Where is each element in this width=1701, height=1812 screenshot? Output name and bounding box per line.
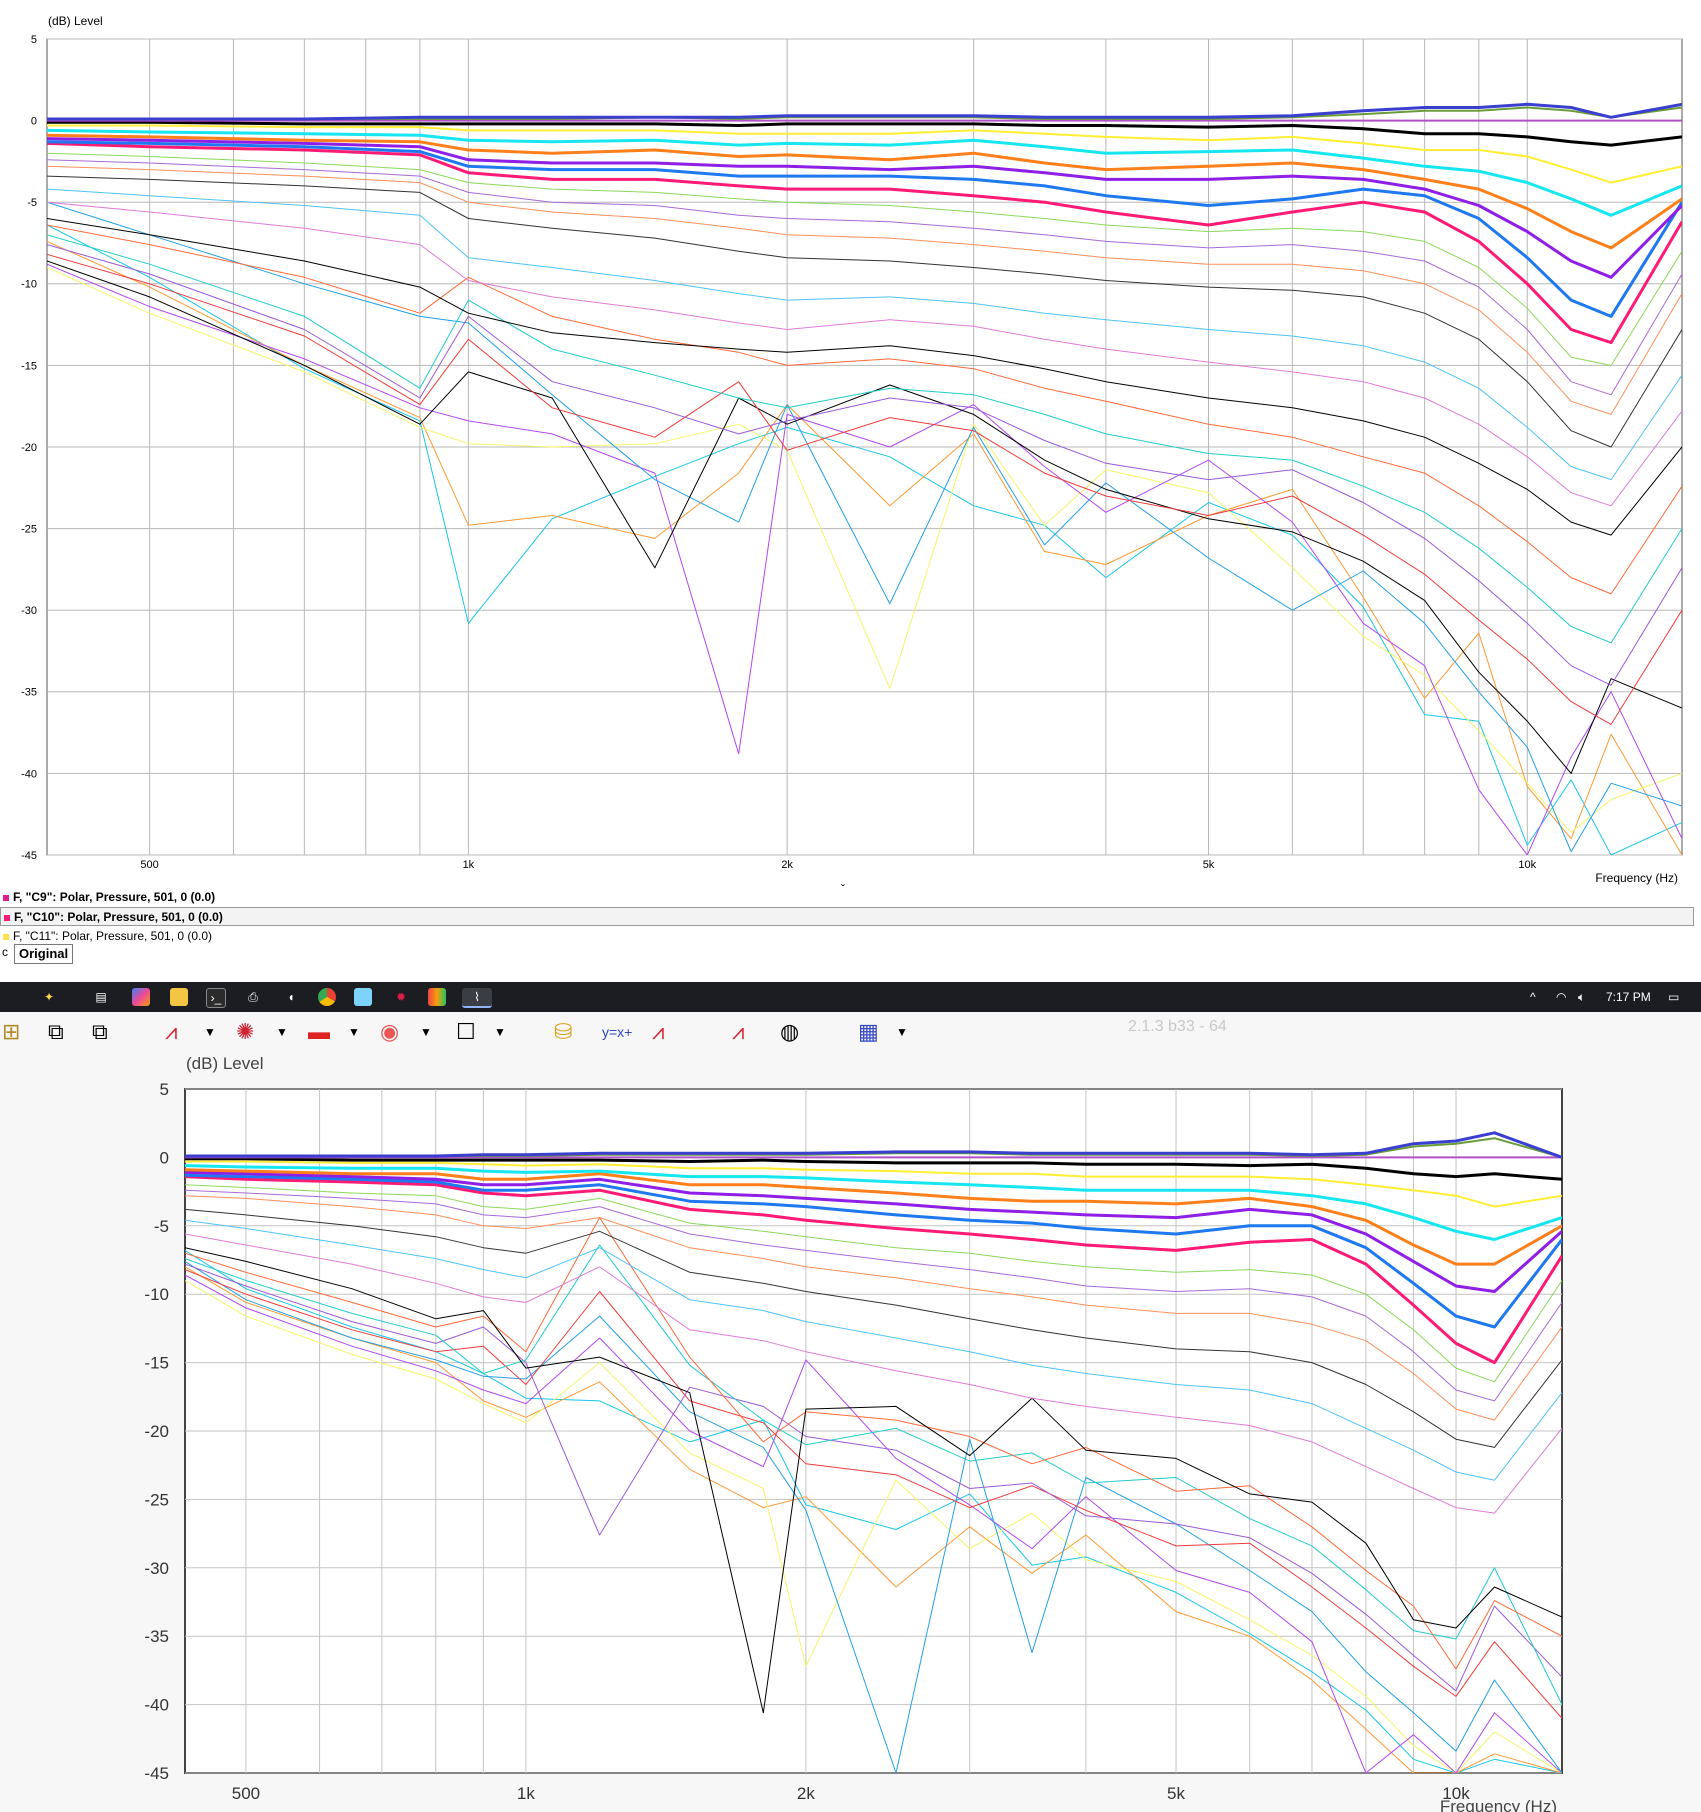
volume-icon[interactable]: 🔈︎	[1578, 982, 1585, 1012]
task-view-icon[interactable]: ▤	[92, 988, 110, 1006]
y-tick-label: -25	[21, 523, 37, 535]
y-tick-label: -30	[144, 1559, 169, 1578]
x-tick-label: 1k	[463, 859, 475, 871]
terminal-icon[interactable]: ›_	[206, 988, 226, 1008]
x-tick-label: 2k	[797, 1784, 815, 1803]
curve-label: F, "C9": Polar, Pressure, 501, 0 (0.0)	[13, 890, 216, 904]
y-tick-label: -35	[144, 1627, 169, 1646]
y-tick-label: -40	[144, 1696, 169, 1715]
bottom-y-axis-label: (dB) Level	[186, 1054, 263, 1073]
media-icon[interactable]: ◖	[282, 988, 300, 1006]
y-tick-label: -15	[144, 1354, 169, 1373]
y-tick-label: 0	[160, 1148, 169, 1167]
app-icon[interactable]	[428, 988, 446, 1006]
y-tick-label: -45	[21, 850, 37, 862]
y-tick-label: -20	[21, 442, 37, 454]
y-tick-label: 5	[160, 1080, 169, 1099]
curve-color-swatch	[3, 894, 9, 901]
copilot-app-icon[interactable]	[132, 988, 150, 1006]
notes-icon[interactable]	[354, 988, 372, 1006]
x-tick-label: 10k	[1442, 1784, 1470, 1803]
taskbar-clock[interactable]: 7:17 PM	[1606, 982, 1651, 1012]
chrome-icon[interactable]	[318, 988, 336, 1006]
y-tick-label: -5	[154, 1217, 169, 1236]
y-tick-label: -30	[21, 605, 37, 617]
y-tick-label: -35	[21, 687, 37, 699]
x-tick-label: 500	[232, 1784, 260, 1803]
top-chart[interactable]: (dB) Level Frequency (Hz) ˇ 50-5-10-15-2…	[0, 0, 1701, 982]
y-tick-label: -25	[144, 1490, 169, 1509]
notification-icon[interactable]: ▭	[1668, 982, 1679, 1012]
bug-icon[interactable]: ✹	[392, 988, 410, 1006]
original-prefix: c	[2, 945, 8, 959]
curve-list-item-c11[interactable]: F, "C11": Polar, Pressure, 501, 0 (0.0)	[0, 927, 1701, 946]
y-tick-label: -45	[144, 1764, 169, 1783]
x-tick-label: 10k	[1518, 859, 1536, 871]
x-tick-label: 500	[140, 859, 158, 871]
y-tick-label: -15	[21, 360, 37, 372]
top-x-axis-label: Frequency (Hz)	[1595, 871, 1678, 885]
y-tick-label: 5	[31, 34, 37, 46]
x-tick-label: 2k	[781, 859, 793, 871]
curve-list-item-c9[interactable]: F, "C9": Polar, Pressure, 501, 0 (0.0)	[0, 888, 1701, 907]
y-tick-label: -10	[144, 1285, 169, 1304]
file-explorer-icon[interactable]	[170, 988, 188, 1006]
curve-list-item-c10[interactable]: F, "C10": Polar, Pressure, 501, 0 (0.0)	[0, 907, 1694, 926]
curve-color-swatch	[3, 933, 9, 940]
curve-label: F, "C11": Polar, Pressure, 501, 0 (0.0)	[13, 929, 213, 943]
wifi-icon[interactable]: ◠	[1556, 982, 1566, 1012]
x-tick-label: 5k	[1203, 859, 1215, 871]
top-y-axis-label: (dB) Level	[48, 14, 103, 28]
y-tick-label: -5	[27, 197, 37, 209]
windows-taskbar: ✦ ▤ ›_ ⎙ ◖ ✹ ⌇ ^ ◠ 🔈︎ 7:17 PM ▭	[0, 982, 1701, 1012]
printer-icon[interactable]: ⎙	[244, 988, 262, 1006]
top-chart-grid	[46, 38, 1683, 856]
bottom-chart[interactable]: (dB) Level Frequency (Hz) 50-5-10-15-20-…	[0, 1012, 1701, 1812]
tray-up-icon[interactable]: ^	[1530, 982, 1536, 1012]
x-tick-label: 5k	[1167, 1784, 1185, 1803]
curve-color-swatch	[4, 914, 10, 921]
rew-icon[interactable]: ⌇	[462, 988, 492, 1008]
curve-label: F, "C10": Polar, Pressure, 501, 0 (0.0)	[14, 910, 223, 924]
x-tick-label: 1k	[517, 1784, 535, 1803]
y-tick-label: -10	[21, 279, 37, 291]
y-tick-label: 0	[31, 115, 37, 127]
copilot-icon[interactable]: ✦	[40, 988, 58, 1006]
y-tick-label: -20	[144, 1422, 169, 1441]
top-graph-window: (dB) Level Frequency (Hz) ˇ 5 0 -5 -10 -15 -2…	[0, 0, 1701, 982]
bottom-graph-window: ⊞ ⧉ ⧉ ⩘ ▼ ✺ ▼ ▬ ▼ ◉ ▼ ☐ ▼ ⛁ y=x+ ⩘ ⩘ ◍ ▦…	[0, 1012, 1701, 1812]
y-tick-label: -40	[21, 768, 37, 780]
original-button[interactable]: Original	[14, 944, 74, 964]
